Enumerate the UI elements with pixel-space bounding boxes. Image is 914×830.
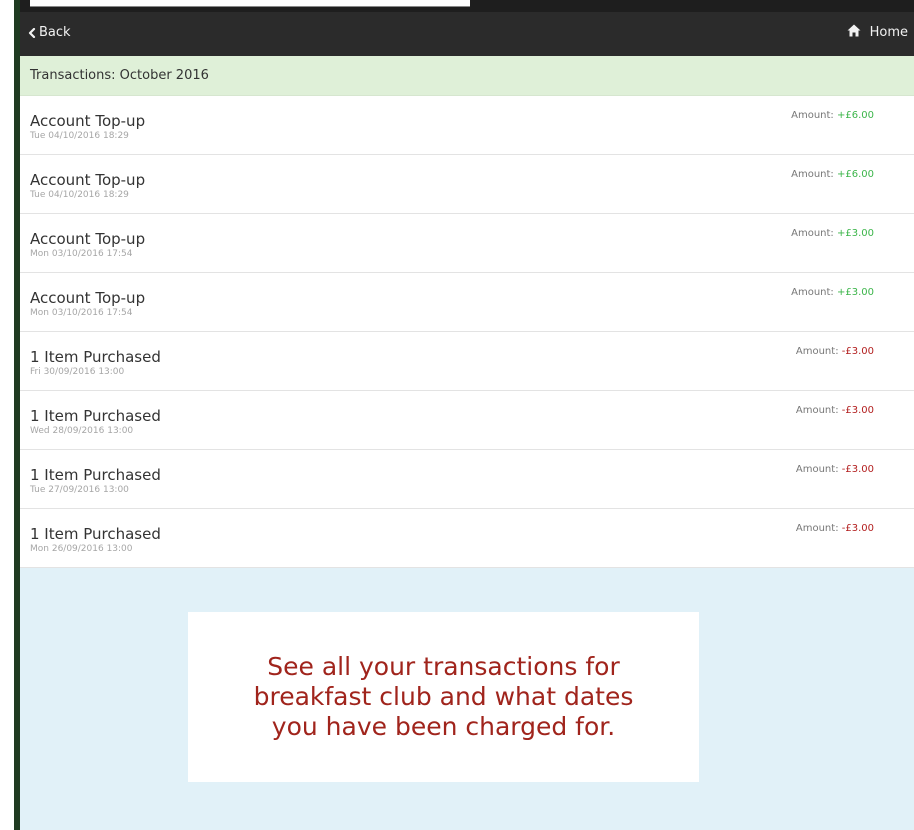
transaction-title: Account Top-up	[30, 171, 146, 189]
transaction-row[interactable]: 1 Item Purchased Mon 26/09/2016 13:00 Am…	[20, 509, 914, 568]
amount-label: Amount:	[791, 228, 834, 239]
back-button[interactable]: Back	[28, 25, 71, 40]
home-icon	[847, 24, 861, 41]
transaction-title: 1 Item Purchased	[30, 407, 161, 425]
left-border	[0, 0, 21, 830]
amount-label: Amount:	[795, 405, 839, 416]
promo-caption: See all your transactions for breakfast …	[188, 612, 699, 782]
promo-area: See all your transactions for breakfast …	[20, 568, 914, 830]
transaction-amount: Amount: -£3.00	[796, 464, 874, 475]
transaction-row[interactable]: Account Top-up Mon 03/10/2016 17:54 Amou…	[20, 273, 914, 332]
top-navbar: Back Home	[20, 12, 914, 56]
transaction-date: Fri 30/09/2016 13:00	[30, 367, 125, 377]
transaction-title: Account Top-up	[30, 112, 146, 130]
transactions-list: Account Top-up Tue 04/10/2016 18:29 Amou…	[20, 96, 914, 568]
amount-value: -£3.00	[841, 523, 874, 534]
transaction-row[interactable]: Account Top-up Tue 04/10/2016 18:29 Amou…	[20, 155, 914, 214]
transaction-row[interactable]: Account Top-up Tue 04/10/2016 18:29 Amou…	[20, 96, 914, 155]
transaction-title: 1 Item Purchased	[30, 525, 161, 543]
browser-tab[interactable]	[30, 0, 470, 7]
back-label: Back	[39, 25, 71, 40]
transaction-date: Tue 04/10/2016 18:29	[30, 131, 129, 141]
amount-value: -£3.00	[841, 464, 874, 475]
amount-value: -£3.00	[841, 346, 874, 357]
amount-value: +£6.00	[836, 110, 874, 121]
transaction-row[interactable]: 1 Item Purchased Tue 27/09/2016 13:00 Am…	[20, 450, 914, 509]
transaction-title: Account Top-up	[30, 230, 146, 248]
amount-label: Amount:	[791, 110, 834, 121]
transaction-amount: Amount: -£3.00	[796, 346, 874, 357]
transaction-title: Account Top-up	[30, 289, 146, 307]
transaction-amount: Amount: +£3.00	[791, 287, 874, 298]
amount-label: Amount:	[795, 346, 839, 357]
transaction-date: Wed 28/09/2016 13:00	[30, 426, 134, 436]
amount-value: +£3.00	[836, 287, 874, 298]
home-button[interactable]: Home	[847, 24, 908, 41]
transaction-date: Tue 27/09/2016 13:00	[30, 485, 129, 495]
chevron-left-icon	[28, 27, 36, 38]
transaction-title: 1 Item Purchased	[30, 348, 161, 366]
transaction-date: Mon 03/10/2016 17:54	[30, 308, 133, 318]
transaction-row[interactable]: 1 Item Purchased Fri 30/09/2016 13:00 Am…	[20, 332, 914, 391]
transaction-date: Tue 04/10/2016 18:29	[30, 190, 129, 200]
transaction-title: 1 Item Purchased	[30, 466, 161, 484]
transaction-amount: Amount: -£3.00	[796, 405, 874, 416]
amount-label: Amount:	[791, 169, 834, 180]
amount-label: Amount:	[795, 464, 839, 475]
transactions-header: Transactions: October 2016	[20, 56, 914, 96]
transaction-amount: Amount: +£6.00	[791, 169, 874, 180]
transaction-amount: Amount: -£3.00	[796, 523, 874, 534]
transaction-row[interactable]: Account Top-up Mon 03/10/2016 17:54 Amou…	[20, 214, 914, 273]
home-label: Home	[869, 25, 908, 40]
transaction-amount: Amount: +£6.00	[791, 110, 874, 121]
transaction-row[interactable]: 1 Item Purchased Wed 28/09/2016 13:00 Am…	[20, 391, 914, 450]
amount-value: +£3.00	[836, 228, 874, 239]
amount-value: +£6.00	[836, 169, 874, 180]
transaction-date: Mon 26/09/2016 13:00	[30, 544, 133, 554]
amount-label: Amount:	[795, 523, 839, 534]
amount-label: Amount:	[791, 287, 834, 298]
amount-value: -£3.00	[841, 405, 874, 416]
transaction-amount: Amount: +£3.00	[791, 228, 874, 239]
transaction-date: Mon 03/10/2016 17:54	[30, 249, 133, 259]
browser-top-strip	[20, 0, 914, 12]
